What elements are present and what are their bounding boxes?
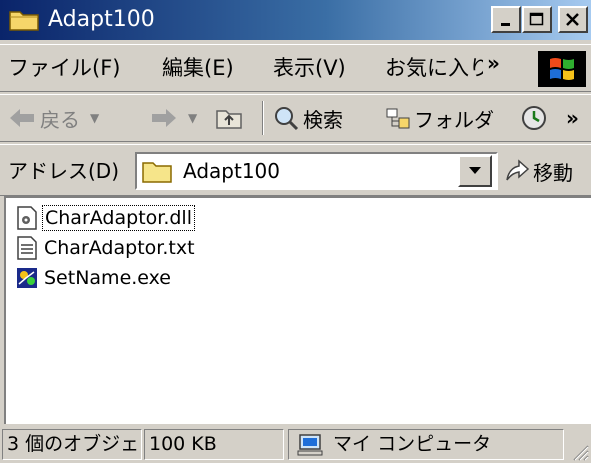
folder-icon <box>9 11 39 31</box>
search-button[interactable]: 検索 <box>272 103 343 133</box>
history-icon <box>522 106 546 130</box>
menu-edit[interactable]: 編集(E) <box>162 55 234 81</box>
status-object-count: 3 個のオブジェクト <box>2 429 142 460</box>
status-size: 100 KB <box>144 429 284 460</box>
file-name: SetName.exe <box>44 267 171 289</box>
menu-view[interactable]: 表示(V) <box>273 55 346 81</box>
back-arrow-icon <box>10 109 34 127</box>
go-label: 移動 <box>533 160 573 185</box>
maximize-icon <box>529 12 544 25</box>
address-label: アドレス(D) <box>8 159 120 183</box>
back-label: 戻る <box>40 107 80 132</box>
file-list[interactable]: CharAdaptor.dll CharAdaptor.txt SetName.… <box>4 196 591 424</box>
address-field[interactable]: Adapt100 <box>135 152 498 190</box>
list-item[interactable]: SetName.exe <box>16 264 173 292</box>
history-button[interactable] <box>520 103 548 133</box>
close-icon <box>566 12 579 26</box>
file-name: CharAdaptor.txt <box>44 237 195 259</box>
up-folder-button[interactable] <box>215 103 243 133</box>
exe-icon <box>17 268 37 288</box>
text-file-icon <box>17 236 37 260</box>
window-title: Adapt100 <box>48 7 155 32</box>
toolbar-separator <box>262 101 264 135</box>
folders-label: フォルダ <box>414 107 494 132</box>
toolbar-overflow-chevron[interactable]: » <box>566 103 579 133</box>
search-icon <box>275 107 299 131</box>
go-arrow-icon <box>506 159 530 181</box>
forward-dropdown-icon[interactable]: ▼ <box>188 111 197 125</box>
computer-icon <box>297 433 323 455</box>
windows-logo-icon <box>538 51 586 87</box>
maximize-button[interactable] <box>522 6 552 33</box>
go-button[interactable]: 移動 <box>503 157 573 185</box>
folder-icon <box>142 162 172 183</box>
forward-arrow-icon <box>152 109 176 127</box>
minimize-icon <box>501 22 510 26</box>
address-value: Adapt100 <box>183 159 280 183</box>
status-bar: 3 個のオブジェクト 100 KB マイ コンピュータ <box>0 424 591 463</box>
dll-icon <box>17 206 37 230</box>
address-bar: アドレス(D) Adapt100 移動 <box>0 144 591 196</box>
list-item[interactable]: CharAdaptor.txt <box>16 234 197 262</box>
folders-button[interactable]: フォルダ <box>385 103 494 133</box>
status-zone-label: マイ コンピュータ <box>333 433 492 455</box>
title-bar[interactable]: Adapt100 <box>0 0 591 40</box>
list-item[interactable]: CharAdaptor.dll <box>16 204 195 232</box>
folders-icon <box>386 108 410 129</box>
menu-overflow-chevron[interactable]: » <box>487 51 500 75</box>
menu-file[interactable]: ファイル(F) <box>8 55 120 81</box>
menu-favorites[interactable]: お気に入り <box>385 55 483 81</box>
menu-bar: ファイル(F) 編集(E) 表示(V) お気に入り » <box>0 44 591 92</box>
close-button[interactable] <box>558 6 588 33</box>
status-zone: マイ コンピュータ <box>288 429 564 460</box>
minimize-button[interactable] <box>491 6 521 33</box>
toolbar: 戻る ▼ ▼ 検索 フォルダ » <box>0 94 591 142</box>
resize-grip-icon[interactable] <box>569 441 589 461</box>
forward-button[interactable]: ▼ <box>150 103 197 133</box>
address-dropdown-button[interactable] <box>458 155 492 187</box>
chevron-down-icon <box>469 167 481 174</box>
up-folder-icon <box>216 110 242 129</box>
search-label: 検索 <box>303 107 343 132</box>
file-name: CharAdaptor.dll <box>42 205 195 231</box>
back-dropdown-icon[interactable]: ▼ <box>90 111 99 125</box>
back-button[interactable]: 戻る ▼ <box>8 103 99 133</box>
